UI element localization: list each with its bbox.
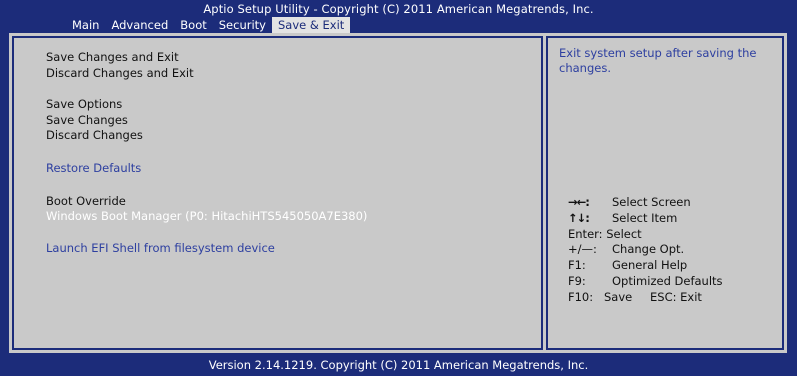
select-screen-label: Select Screen xyxy=(612,195,691,209)
discard-changes-item[interactable]: Discard Changes xyxy=(46,128,143,142)
up-down-arrows-icon: ↑↓: xyxy=(568,210,590,225)
general-help-label: General Help xyxy=(612,258,688,273)
settings-panel-border xyxy=(12,36,543,350)
key-row-select-item: ↑↓: Select Item xyxy=(568,211,723,227)
save-changes-and-exit-item[interactable]: Save Changes and Exit xyxy=(46,50,179,64)
left-right-arrows-icon: →←: xyxy=(568,195,590,209)
f1-key: F1: xyxy=(568,258,586,273)
key-row-change: +/—: Change Opt. xyxy=(568,242,723,258)
save-options-heading: Save Options xyxy=(46,97,123,111)
key-legend: →←: Select Screen ↑↓: Select Item Enter:… xyxy=(568,195,723,306)
plus-minus-key: +/—: xyxy=(568,242,597,257)
tab-bar: Main Advanced Boot Security Save & Exit xyxy=(66,17,351,33)
tab-advanced[interactable]: Advanced xyxy=(105,17,174,33)
key-row-f10-esc: F10: Save ESC: Exit xyxy=(568,290,723,306)
key-row-select-screen: →←: Select Screen xyxy=(568,195,723,211)
tab-main[interactable]: Main xyxy=(66,17,105,33)
save-changes-item[interactable]: Save Changes xyxy=(46,113,128,127)
select-item-label: Select Item xyxy=(612,210,678,225)
optimized-defaults-label: Optimized Defaults xyxy=(612,273,723,288)
window-title: Aptio Setup Utility - Copyright (C) 2011… xyxy=(203,2,594,16)
tab-save-exit[interactable]: Save & Exit xyxy=(271,17,351,33)
change-opt-label: Change Opt. xyxy=(612,242,685,257)
help-text: Exit system setup after saving the chang… xyxy=(559,46,757,75)
boot-override-heading: Boot Override xyxy=(46,194,126,208)
f9-key: F9: xyxy=(568,273,586,288)
key-row-f1: F1: General Help xyxy=(568,258,723,274)
windows-boot-manager-item[interactable]: Windows Boot Manager (P0: HitachiHTS5450… xyxy=(46,209,367,223)
discard-changes-and-exit-item[interactable]: Discard Changes and Exit xyxy=(46,66,194,80)
footer-version: Version 2.14.1219. Copyright (C) 2011 Am… xyxy=(208,358,589,372)
f10-key: F10: xyxy=(568,289,594,304)
settings-panel xyxy=(9,33,546,353)
esc-exit-label: ESC: Exit xyxy=(650,289,702,304)
enter-select-label: Enter: Select xyxy=(568,226,642,241)
launch-efi-shell-item[interactable]: Launch EFI Shell from filesystem device xyxy=(46,241,275,255)
key-row-enter: Enter: Select xyxy=(568,227,723,243)
bios-screen: Aptio Setup Utility - Copyright (C) 2011… xyxy=(0,0,797,376)
tab-boot[interactable]: Boot xyxy=(174,17,212,33)
restore-defaults-item[interactable]: Restore Defaults xyxy=(46,161,141,175)
tab-security[interactable]: Security xyxy=(213,17,272,33)
save-label: Save xyxy=(604,289,633,304)
key-row-f9: F9: Optimized Defaults xyxy=(568,274,723,290)
